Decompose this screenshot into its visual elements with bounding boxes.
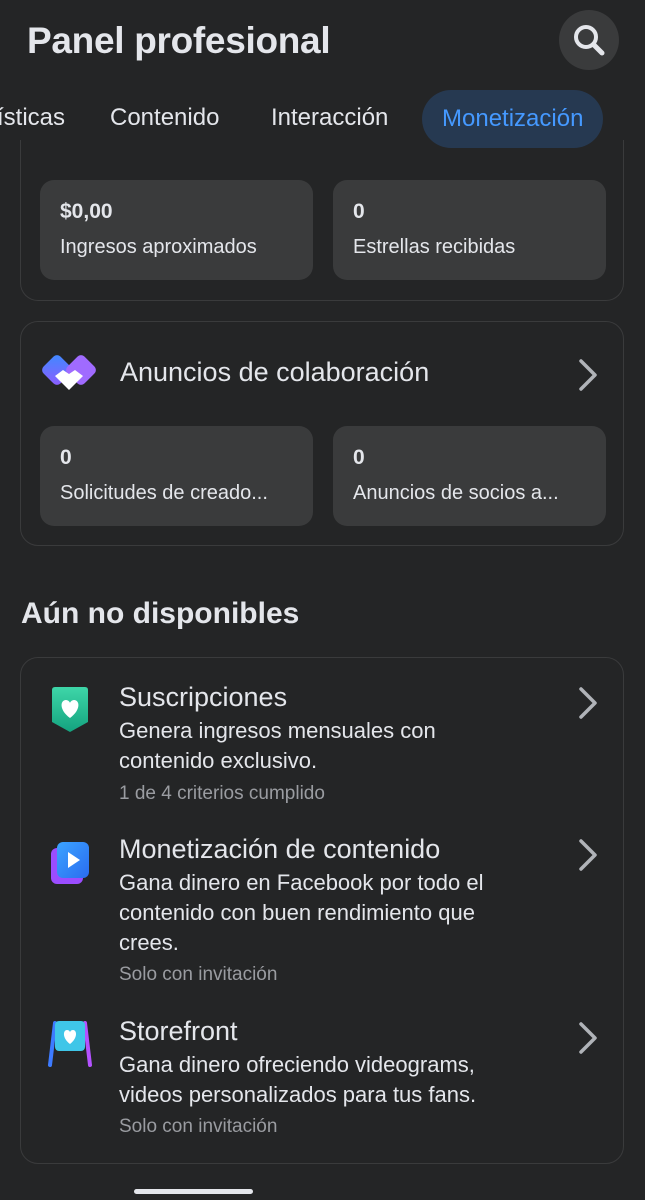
earnings-card: $0,00 Ingresos aproximados 0 Estrellas r… xyxy=(20,140,624,301)
tab-estadisticas[interactable]: ísticas xyxy=(0,88,65,148)
chevron-right-icon xyxy=(579,1022,597,1054)
collab-card[interactable]: Anuncios de colaboración 0 Solicitudes d… xyxy=(20,321,624,546)
desc-line: Gana dinero ofreciendo videograms, xyxy=(119,1052,475,1077)
list-item-subscriptions[interactable]: Suscripciones Genera ingresos mensuales … xyxy=(21,658,621,808)
stars-label: Estrellas recibidas xyxy=(353,236,516,258)
heart-shield-icon xyxy=(52,687,88,732)
page-title: Panel profesional xyxy=(27,20,331,61)
item-description: Genera ingresos mensuales con contenido … xyxy=(119,716,539,776)
home-indicator[interactable] xyxy=(134,1189,253,1194)
chevron-right-icon xyxy=(579,839,597,871)
list-item-content-monetization[interactable]: Monetización de contenido Gana dinero en… xyxy=(21,818,621,993)
item-title: Storefront xyxy=(119,1016,238,1046)
handshake-icon xyxy=(42,355,96,390)
item-title: Monetización de contenido xyxy=(119,834,441,864)
item-title: Suscripciones xyxy=(119,682,288,712)
collab-title: Anuncios de colaboración xyxy=(120,357,430,387)
requests-label: Solicitudes de creado... xyxy=(60,482,268,504)
desc-line: videos personalizados para tus fans. xyxy=(119,1082,477,1107)
desc-line: contenido exclusivo. xyxy=(119,748,318,773)
partner-value: 0 xyxy=(353,446,365,469)
item-description: Gana dinero en Facebook por todo el cont… xyxy=(119,868,539,958)
item-meta: 1 de 4 criterios cumplido xyxy=(119,783,325,804)
income-stat[interactable]: $0,00 Ingresos aproximados xyxy=(40,180,313,280)
partner-label: Anuncios de socios a... xyxy=(353,482,559,504)
creator-requests-stat[interactable]: 0 Solicitudes de creado... xyxy=(40,426,313,526)
play-video-icon xyxy=(51,842,89,884)
tab-contenido[interactable]: Contenido xyxy=(110,88,219,148)
storefront-icon xyxy=(48,1021,92,1067)
income-value: $0,00 xyxy=(60,200,113,223)
chevron-right-icon xyxy=(579,359,597,391)
item-meta: Solo con invitación xyxy=(119,1116,278,1137)
stars-stat[interactable]: 0 Estrellas recibidas xyxy=(333,180,606,280)
chevron-right-icon xyxy=(579,687,597,719)
desc-line: contenido con buen rendimiento que xyxy=(119,900,475,925)
item-description: Gana dinero ofreciendo videograms, video… xyxy=(119,1050,539,1110)
desc-line: Genera ingresos mensuales con xyxy=(119,718,436,743)
income-label: Ingresos aproximados xyxy=(60,236,257,258)
tab-interaccion[interactable]: Interacción xyxy=(271,88,388,148)
desc-line: Gana dinero en Facebook por todo el xyxy=(119,870,484,895)
section-title: Aún no disponibles xyxy=(21,597,300,630)
unavailable-card: Suscripciones Genera ingresos mensuales … xyxy=(20,657,624,1164)
search-button[interactable] xyxy=(559,10,619,70)
stars-value: 0 xyxy=(353,200,365,223)
list-item-storefront[interactable]: Storefront Gana dinero ofreciendo videog… xyxy=(21,1003,621,1153)
header: Panel profesional xyxy=(0,0,645,86)
search-icon xyxy=(574,25,605,56)
item-meta: Solo con invitación xyxy=(119,964,278,985)
partner-ads-stat[interactable]: 0 Anuncios de socios a... xyxy=(333,426,606,526)
requests-value: 0 xyxy=(60,446,72,469)
desc-line: crees. xyxy=(119,930,179,955)
